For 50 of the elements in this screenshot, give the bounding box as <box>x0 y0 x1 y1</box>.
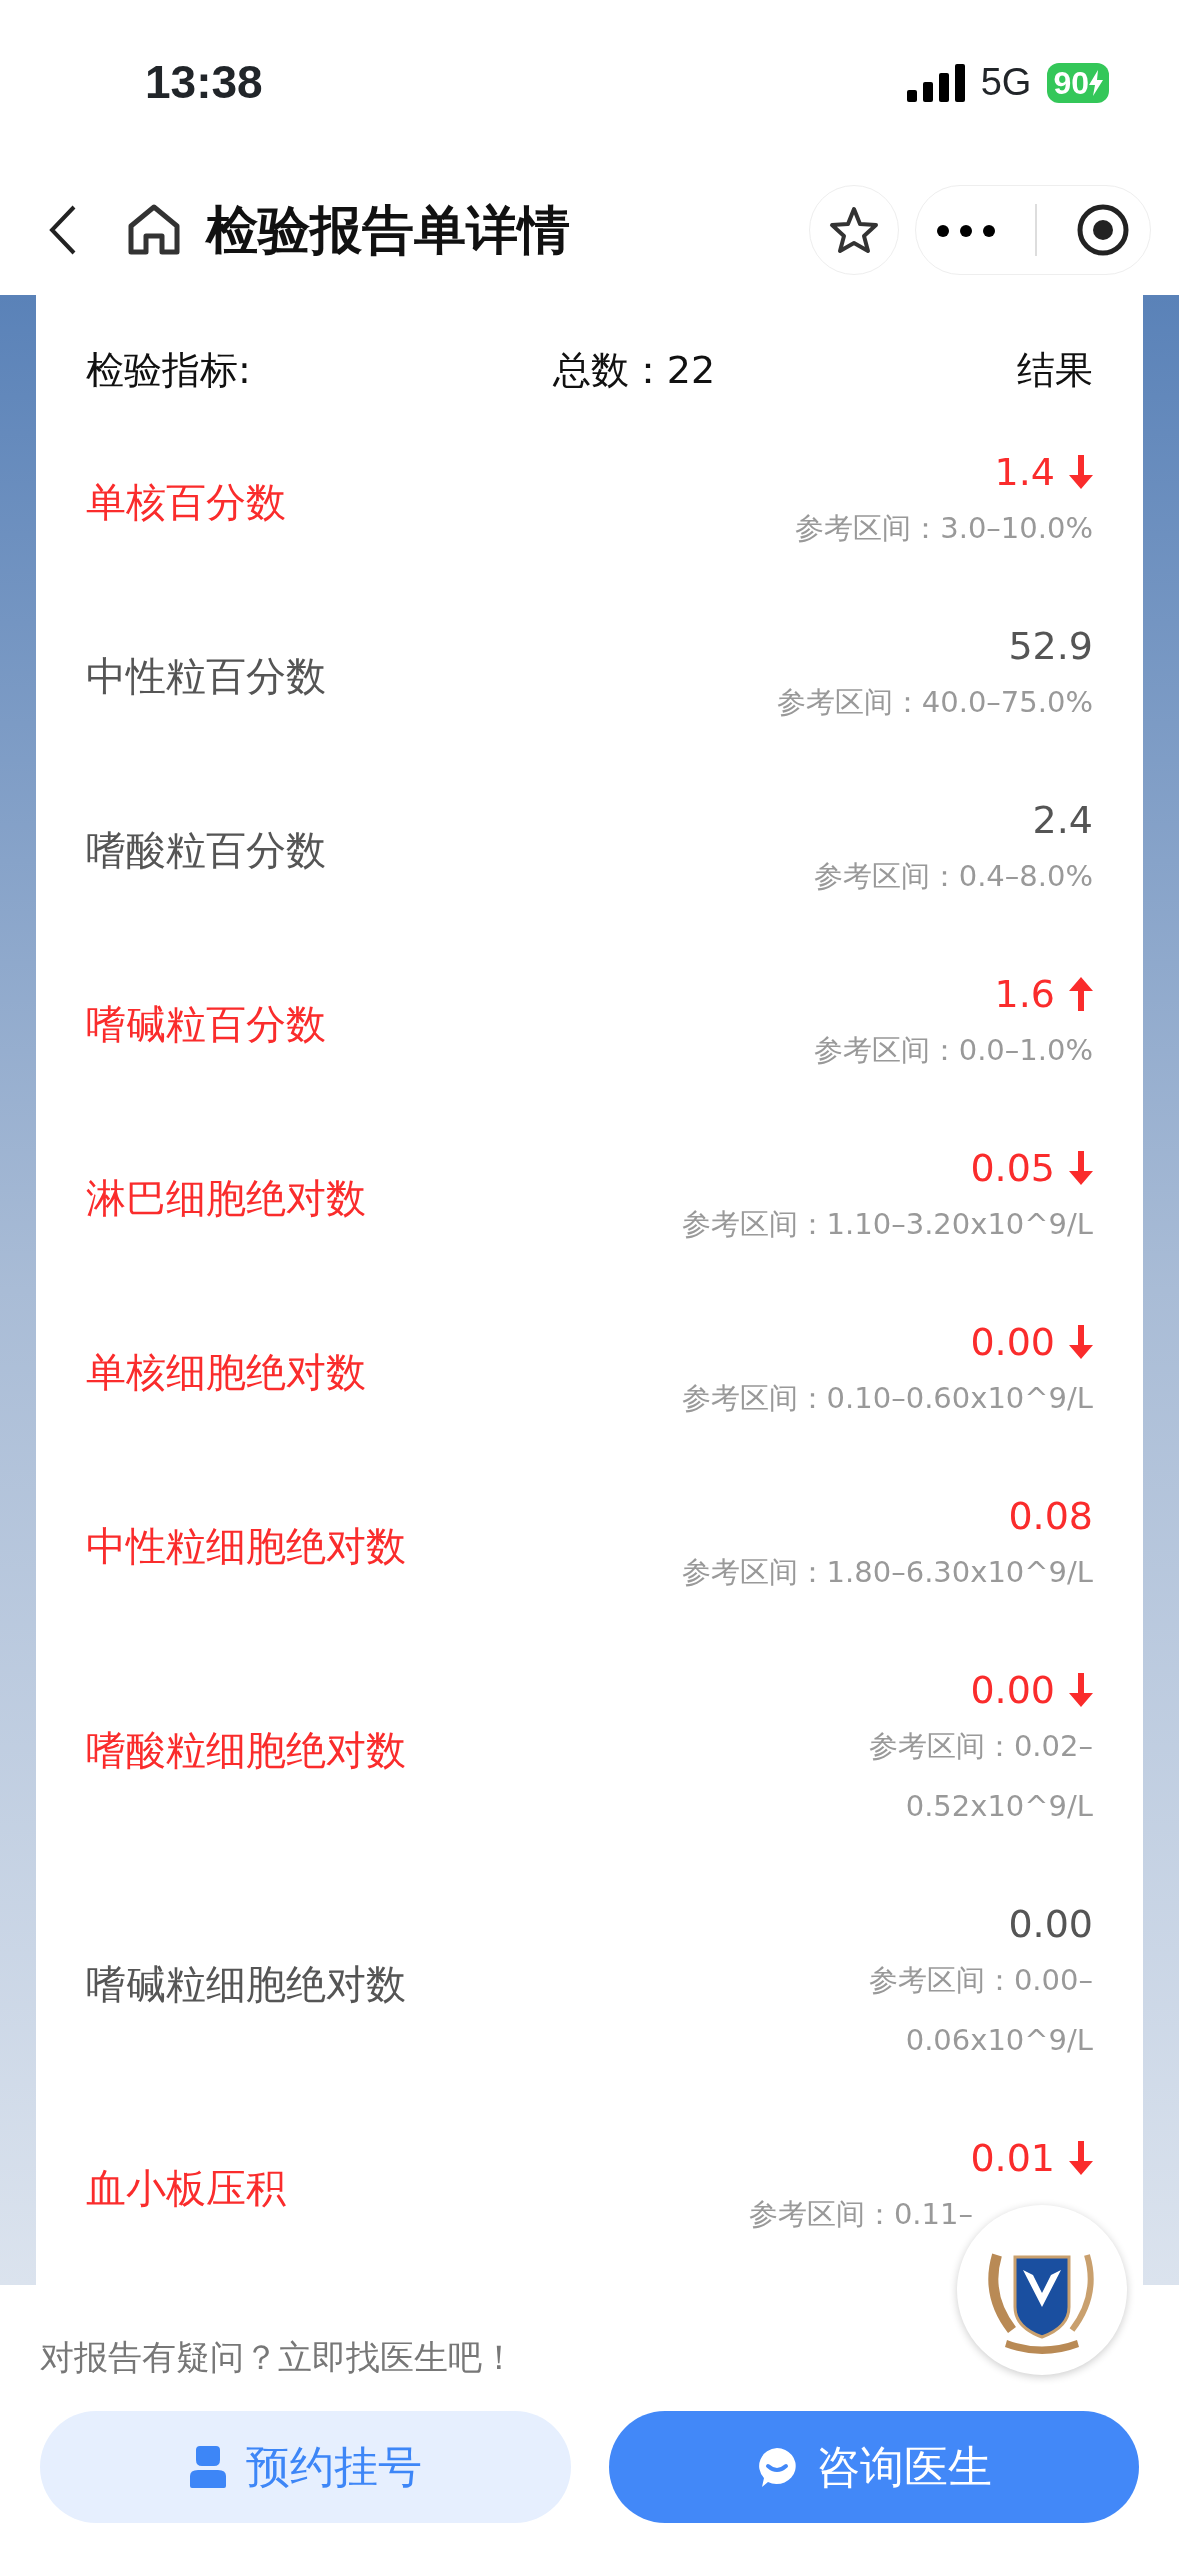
reference-range: 参考区间：1.10–3.20x10^9/L <box>681 1206 1093 1243</box>
close-button[interactable] <box>1076 203 1131 257</box>
test-name: 嗜酸粒百分数 <box>86 826 326 875</box>
reference-range: 参考区间：1.80–6.30x10^9/L <box>681 1554 1093 1591</box>
result-value: 52.9 <box>1008 623 1093 670</box>
reference-range: 参考区间：0.10–0.60x10^9/L <box>681 1380 1093 1417</box>
more-icon <box>935 223 996 238</box>
result-value: 0.00 <box>970 1319 1055 1366</box>
doctor-icon <box>188 2446 229 2488</box>
test-name: 淋巴细胞绝对数 <box>86 1174 366 1223</box>
home-button[interactable] <box>126 202 182 258</box>
reference-range: 参考区间：0.00– 0.06x10^9/L <box>868 1962 1093 2059</box>
clock-time: 13:38 <box>145 55 263 110</box>
result-value: 0.08 <box>1008 1493 1093 1540</box>
result-value: 1.4 <box>994 449 1055 496</box>
column-label: 检验指标: <box>86 346 252 394</box>
result-value: 2.4 <box>1032 797 1093 844</box>
test-name: 嗜碱粒细胞绝对数 <box>86 1960 406 2009</box>
result-value: 0.05 <box>970 1145 1055 1192</box>
test-name: 血小板压积 <box>86 2164 286 2213</box>
test-name: 中性粒细胞绝对数 <box>86 1522 406 1571</box>
column-label: 结果 <box>1017 346 1093 394</box>
reference-range: 参考区间：0.11– <box>748 2196 974 2233</box>
home-icon <box>126 202 182 258</box>
test-name: 单核细胞绝对数 <box>86 1348 366 1397</box>
reference-range: 参考区间：0.0–1.0% <box>813 1032 1093 1069</box>
page-title: 检验报告单详情 <box>206 199 571 262</box>
test-name: 中性粒百分数 <box>86 652 326 701</box>
star-icon <box>829 206 879 254</box>
appointment-button[interactable]: 预约挂号 <box>40 2411 571 2523</box>
test-name: 单核百分数 <box>86 478 286 527</box>
reference-range: 参考区间：0.4–8.0% <box>813 858 1093 895</box>
back-icon <box>48 204 78 256</box>
back-button[interactable] <box>48 204 78 256</box>
consult-button[interactable]: 咨询医生 <box>608 2411 1139 2523</box>
result-value: 0.00 <box>970 1667 1055 1714</box>
prompt-text: 对报告有疑问？立即找医生吧！ <box>40 2336 517 2379</box>
reference-range: 参考区间：0.02– 0.52x10^9/L <box>868 1728 1093 1825</box>
battery-indicator: 90 <box>1047 62 1109 103</box>
signal-icon <box>906 63 965 102</box>
test-name: 嗜酸粒细胞绝对数 <box>86 1726 406 1775</box>
target-icon <box>1076 203 1131 257</box>
result-value: 0.01 <box>970 2135 1055 2182</box>
network-label: 5G <box>980 60 1032 105</box>
total-count: 总数：22 <box>552 346 717 394</box>
result-value: 1.6 <box>994 971 1055 1018</box>
reference-range: 参考区间：40.0–75.0% <box>776 684 1093 721</box>
result-value: 0.00 <box>1008 1901 1093 1948</box>
reference-range: 参考区间：3.0–10.0% <box>795 510 1093 547</box>
test-name: 嗜碱粒百分数 <box>86 1000 326 1049</box>
